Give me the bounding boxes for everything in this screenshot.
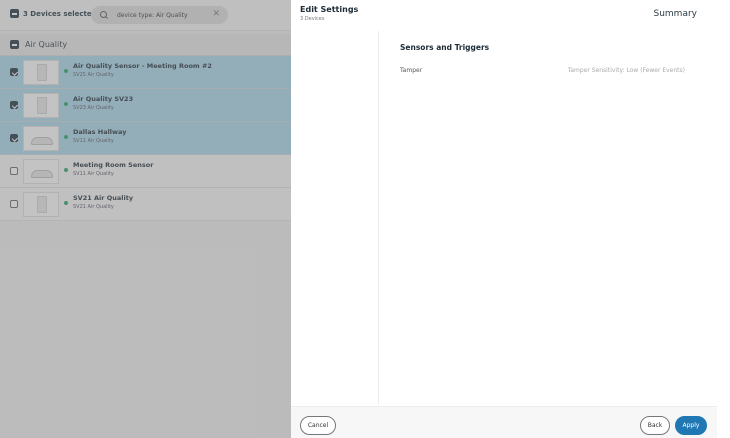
status-dot bbox=[64, 201, 68, 205]
row-checkbox[interactable] bbox=[10, 167, 18, 175]
row-checkbox[interactable] bbox=[10, 68, 18, 76]
flat-sensor-icon bbox=[31, 137, 53, 145]
device-model: SV11 Air Quality bbox=[73, 138, 114, 144]
filter-chip[interactable]: device type: Air Quality ✕ bbox=[91, 6, 228, 24]
page-margin bbox=[717, 0, 730, 438]
panel-footer: Cancel Back Apply bbox=[291, 406, 717, 438]
panel-subtitle: 3 Devices bbox=[300, 16, 325, 22]
device-thumbnail bbox=[23, 126, 59, 151]
device-model: SV23 Air Quality bbox=[73, 105, 114, 111]
status-dot bbox=[64, 69, 68, 73]
filter-chip-text: device type: Air Quality bbox=[117, 11, 188, 19]
device-thumbnail bbox=[23, 159, 59, 184]
select-all-checkbox[interactable] bbox=[10, 9, 19, 18]
device-model: SV21 Air Quality bbox=[73, 204, 114, 210]
selection-toolbar: 3 Devices selected device type: Air Qual… bbox=[0, 0, 291, 31]
device-row[interactable]: Air Quality Sensor - Meeting Room #2 SV2… bbox=[0, 56, 291, 89]
tall-sensor-icon bbox=[37, 196, 47, 213]
device-thumbnail bbox=[23, 192, 59, 217]
device-row[interactable]: Meeting Room Sensor SV11 Air Quality bbox=[0, 155, 291, 188]
device-row[interactable]: Dallas Hallway SV11 Air Quality bbox=[0, 122, 291, 155]
row-checkbox[interactable] bbox=[10, 134, 18, 142]
flat-sensor-icon bbox=[31, 170, 53, 178]
device-model: SV25 Air Quality bbox=[73, 72, 114, 78]
device-list: Air Quality Sensor - Meeting Room #2 SV2… bbox=[0, 56, 291, 221]
section-title: Sensors and Triggers bbox=[400, 43, 490, 52]
back-button[interactable]: Back bbox=[640, 416, 670, 435]
tall-sensor-icon bbox=[37, 97, 47, 114]
settings-nav-column bbox=[291, 31, 379, 405]
group-select-checkbox[interactable] bbox=[10, 40, 19, 49]
edit-settings-panel: Edit Settings 3 Devices Summary Sensors … bbox=[291, 0, 717, 438]
device-list-pane: 3 Devices selected device type: Air Qual… bbox=[0, 0, 291, 438]
device-name: Dallas Hallway bbox=[73, 128, 127, 136]
apply-button[interactable]: Apply bbox=[675, 416, 707, 435]
device-row[interactable]: SV21 Air Quality SV21 Air Quality bbox=[0, 188, 291, 221]
device-thumbnail bbox=[23, 60, 59, 85]
tall-sensor-icon bbox=[37, 64, 47, 81]
search-icon bbox=[100, 10, 109, 20]
row-checkbox[interactable] bbox=[10, 101, 18, 109]
group-header[interactable]: Air Quality bbox=[0, 34, 291, 56]
status-dot bbox=[64, 168, 68, 172]
group-title: Air Quality bbox=[25, 40, 68, 49]
selection-count: 3 Devices selected bbox=[23, 9, 97, 18]
status-dot bbox=[64, 135, 68, 139]
row-checkbox[interactable] bbox=[10, 200, 18, 208]
tab-summary[interactable]: Summary bbox=[654, 9, 698, 19]
cancel-button[interactable]: Cancel bbox=[300, 416, 336, 435]
device-name: Air Quality Sensor - Meeting Room #2 bbox=[73, 62, 212, 70]
setting-name: Tamper bbox=[400, 67, 423, 74]
device-model: SV11 Air Quality bbox=[73, 171, 114, 177]
device-name: Air Quality SV23 bbox=[73, 95, 134, 103]
setting-value: Tamper Sensitivity: Low (Fewer Events) bbox=[567, 67, 685, 74]
device-thumbnail bbox=[23, 93, 59, 118]
panel-title: Edit Settings bbox=[300, 5, 359, 14]
selection-summary[interactable]: 3 Devices selected bbox=[10, 9, 97, 18]
device-name: SV21 Air Quality bbox=[73, 194, 134, 202]
close-icon[interactable]: ✕ bbox=[212, 9, 220, 19]
device-row[interactable]: Air Quality SV23 SV23 Air Quality bbox=[0, 89, 291, 122]
status-dot bbox=[64, 102, 68, 106]
device-name: Meeting Room Sensor bbox=[73, 161, 154, 169]
